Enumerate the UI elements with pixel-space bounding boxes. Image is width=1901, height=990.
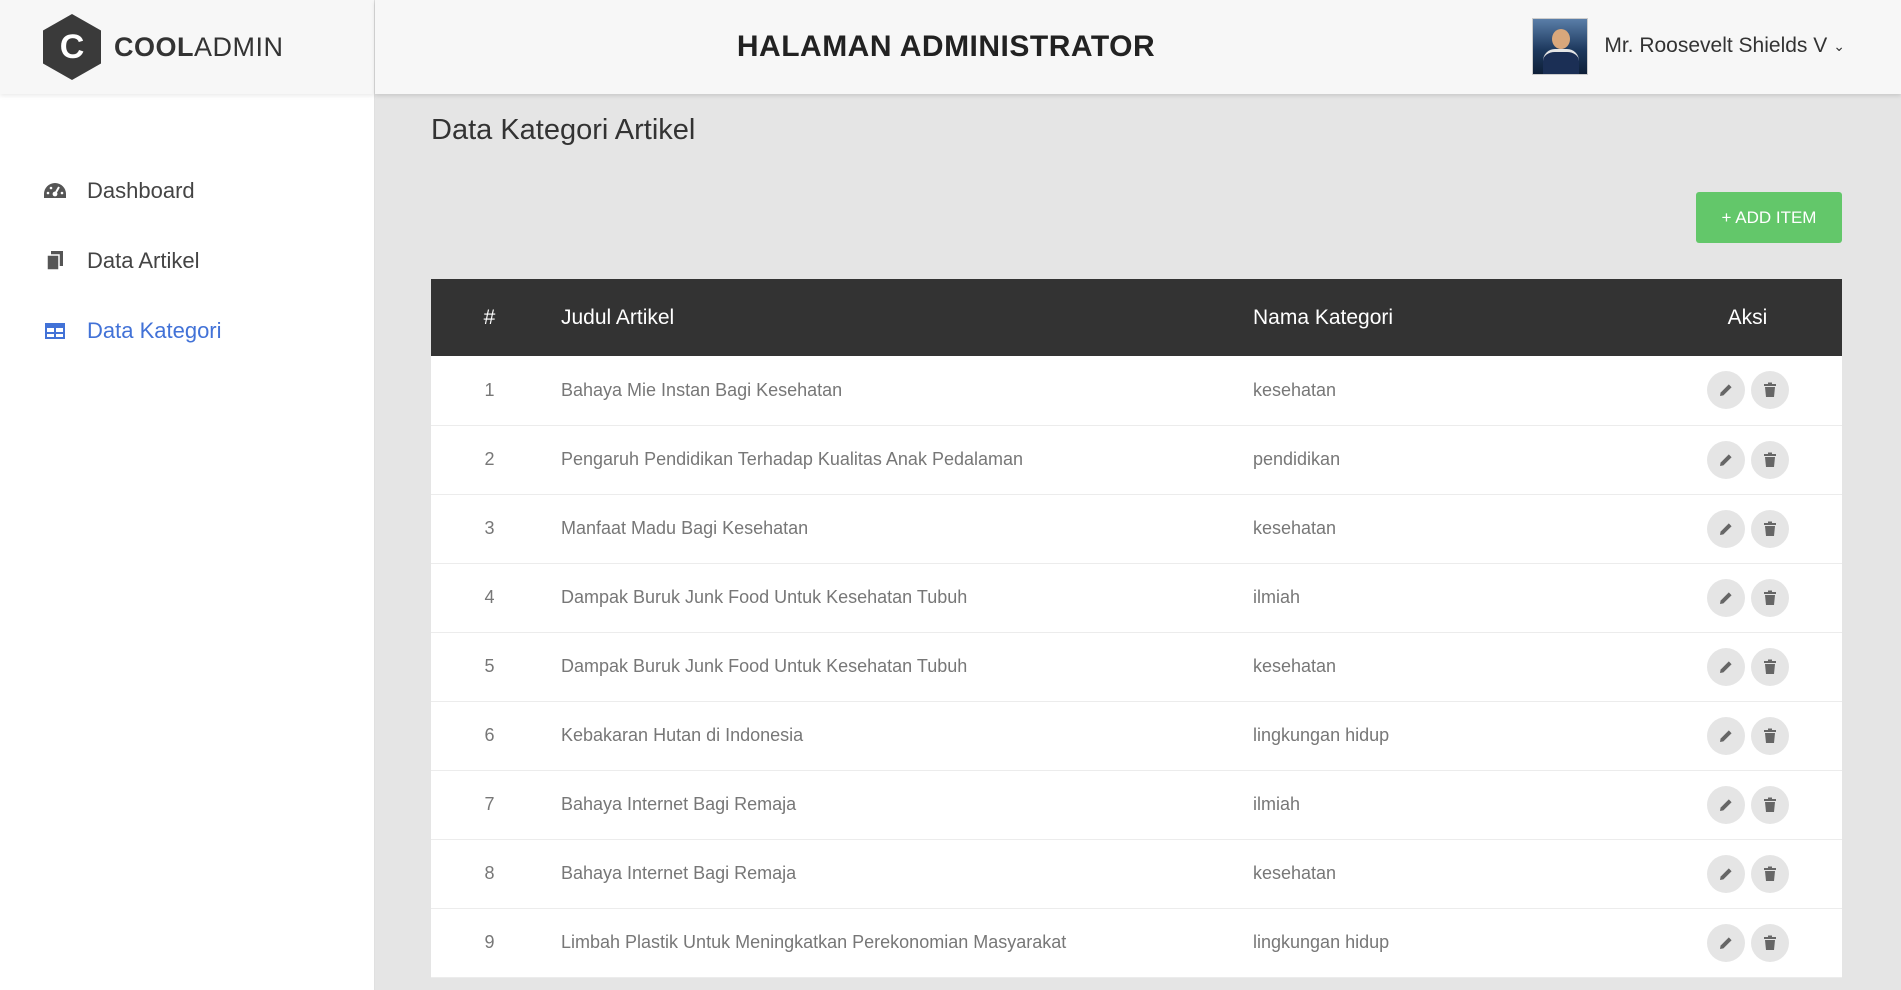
row-judul: Dampak Buruk Junk Food Untuk Kesehatan T… bbox=[561, 656, 968, 676]
avatar bbox=[1532, 17, 1589, 75]
row-actions bbox=[1653, 494, 1842, 563]
row-number: 5 bbox=[484, 656, 495, 676]
delete-trash-icon[interactable] bbox=[1750, 647, 1789, 686]
row-judul: Manfaat Madu Bagi Kesehatan bbox=[561, 518, 809, 538]
delete-trash-icon[interactable] bbox=[1750, 923, 1789, 962]
sidebar-item-label: Data Artikel bbox=[87, 248, 200, 273]
delete-trash-icon[interactable] bbox=[1750, 578, 1789, 617]
row-actions bbox=[1653, 908, 1842, 977]
user-menu[interactable]: Mr. Roosevelt Shields V ⌄ bbox=[1532, 17, 1845, 75]
row-actions bbox=[1653, 839, 1842, 908]
row-number: 3 bbox=[484, 518, 495, 538]
dashboard-gauge-icon bbox=[43, 179, 67, 203]
table-row: 7 Bahaya Internet Bagi Remaja ilmiah bbox=[431, 770, 1842, 839]
column-header-judul: Judul Artikel bbox=[561, 305, 675, 329]
row-judul: Kebakaran Hutan di Indonesia bbox=[561, 725, 804, 745]
edit-pencil-icon[interactable] bbox=[1706, 578, 1745, 617]
brand-name-light: ADMIN bbox=[194, 31, 284, 62]
top-header: HALAMAN ADMINISTRATOR Mr. Roosevelt Shie… bbox=[375, 0, 1901, 94]
row-actions bbox=[1653, 425, 1842, 494]
column-header-kategori: Nama Kategori bbox=[1253, 305, 1394, 329]
table-row: 2 Pengaruh Pendidikan Terhadap Kualitas A… bbox=[431, 425, 1842, 494]
row-kategori: ilmiah bbox=[1253, 587, 1301, 607]
table-header-row: # Judul Artikel Nama Kategori Aksi bbox=[431, 279, 1842, 356]
add-item-button[interactable]: + ADD ITEM bbox=[1696, 192, 1842, 243]
edit-pencil-icon[interactable] bbox=[1706, 923, 1745, 962]
brand-name-bold: COOL bbox=[114, 31, 194, 62]
row-actions bbox=[1653, 701, 1842, 770]
logo-hex-icon: C bbox=[43, 14, 101, 80]
brand-name: COOLADMIN bbox=[114, 32, 284, 63]
delete-trash-icon[interactable] bbox=[1750, 785, 1789, 824]
row-kategori: kesehatan bbox=[1253, 379, 1337, 400]
column-header-number: # bbox=[483, 305, 496, 329]
delete-trash-icon[interactable] bbox=[1750, 716, 1789, 755]
table-row: 3 Manfaat Madu Bagi Kesehatan kesehatan bbox=[431, 494, 1842, 563]
row-kategori: kesehatan bbox=[1253, 518, 1337, 538]
delete-trash-icon[interactable] bbox=[1750, 371, 1789, 410]
row-kategori: lingkungan hidup bbox=[1253, 725, 1390, 745]
row-kategori: pendidikan bbox=[1253, 449, 1341, 469]
table-row: 4 Dampak Buruk Junk Food Untuk Kesehatan … bbox=[431, 563, 1842, 632]
table-body: 1 Bahaya Mie Instan Bagi Kesehatan kesehat… bbox=[431, 356, 1842, 977]
table-row: 8 Bahaya Internet Bagi Remaja kesehatan bbox=[431, 839, 1842, 908]
header-title: HALAMAN ADMINISTRATOR bbox=[736, 30, 1156, 63]
logo-mark: C bbox=[59, 27, 85, 66]
column-header-aksi: Aksi bbox=[1727, 305, 1768, 329]
sidebar-nav: Dashboard Data Artikel Data Kategori bbox=[0, 156, 374, 366]
edit-pencil-icon[interactable] bbox=[1706, 854, 1745, 893]
edit-pencil-icon[interactable] bbox=[1706, 371, 1745, 410]
row-judul: Bahaya Internet Bagi Remaja bbox=[561, 863, 797, 883]
row-actions bbox=[1653, 563, 1842, 632]
row-kategori: kesehatan bbox=[1253, 656, 1337, 676]
row-kategori: ilmiah bbox=[1253, 794, 1301, 814]
delete-trash-icon[interactable] bbox=[1750, 854, 1789, 893]
edit-pencil-icon[interactable] bbox=[1706, 785, 1745, 824]
row-number: 4 bbox=[484, 587, 495, 607]
chevron-down-icon: ⌄ bbox=[1833, 37, 1845, 54]
row-actions bbox=[1653, 770, 1842, 839]
edit-pencil-icon[interactable] bbox=[1706, 440, 1745, 479]
edit-pencil-icon[interactable] bbox=[1706, 647, 1745, 686]
table-row: 6 Kebakaran Hutan di Indonesia lingkungan … bbox=[431, 701, 1842, 770]
row-number: 6 bbox=[484, 725, 495, 745]
table-icon bbox=[43, 319, 67, 343]
page-title: Data Kategori Artikel bbox=[431, 114, 696, 146]
edit-pencil-icon[interactable] bbox=[1706, 716, 1745, 755]
table-row: 1 Bahaya Mie Instan Bagi Kesehatan kesehat… bbox=[431, 356, 1842, 425]
row-judul: Limbah Plastik Untuk Meningkatkan Pereko… bbox=[561, 932, 1067, 952]
row-actions bbox=[1653, 632, 1842, 701]
row-number: 8 bbox=[484, 863, 495, 883]
user-name: Mr. Roosevelt Shields V bbox=[1604, 34, 1828, 57]
row-kategori: lingkungan hidup bbox=[1253, 932, 1390, 952]
sidebar-item-data-kategori[interactable]: Data Kategori bbox=[0, 296, 374, 366]
table-row: 5 Dampak Buruk Junk Food Untuk Kesehatan … bbox=[431, 632, 1842, 701]
sidebar: C COOLADMIN Dashboard Data Artikel Data … bbox=[0, 0, 375, 990]
brand-logo[interactable]: C COOLADMIN bbox=[0, 0, 374, 94]
sidebar-item-label: Data Kategori bbox=[87, 318, 222, 343]
row-number: 7 bbox=[484, 794, 495, 814]
table-row: 9 Limbah Plastik Untuk Meningkatkan Perek… bbox=[431, 908, 1842, 977]
row-judul: Bahaya Mie Instan Bagi Kesehatan bbox=[561, 379, 843, 400]
row-judul: Bahaya Internet Bagi Remaja bbox=[561, 794, 797, 814]
sidebar-item-label: Dashboard bbox=[87, 178, 195, 203]
kategori-table: # Judul Artikel Nama Kategori Aksi 1 Baha… bbox=[431, 279, 1842, 978]
row-kategori: kesehatan bbox=[1253, 863, 1337, 883]
row-judul: Pengaruh Pendidikan Terhadap Kualitas An… bbox=[561, 449, 1024, 469]
main-content: Data Kategori Artikel + ADD ITEM # Judul… bbox=[431, 94, 1842, 978]
edit-pencil-icon[interactable] bbox=[1706, 509, 1745, 548]
copy-files-icon bbox=[43, 249, 67, 273]
delete-trash-icon[interactable] bbox=[1750, 440, 1789, 479]
sidebar-item-data-artikel[interactable]: Data Artikel bbox=[0, 226, 374, 296]
row-number: 1 bbox=[484, 379, 495, 400]
row-actions bbox=[1653, 356, 1842, 425]
row-number: 9 bbox=[484, 932, 495, 952]
sidebar-item-dashboard[interactable]: Dashboard bbox=[0, 156, 374, 226]
row-judul: Dampak Buruk Junk Food Untuk Kesehatan T… bbox=[561, 587, 968, 607]
row-number: 2 bbox=[484, 449, 495, 469]
delete-trash-icon[interactable] bbox=[1750, 509, 1789, 548]
